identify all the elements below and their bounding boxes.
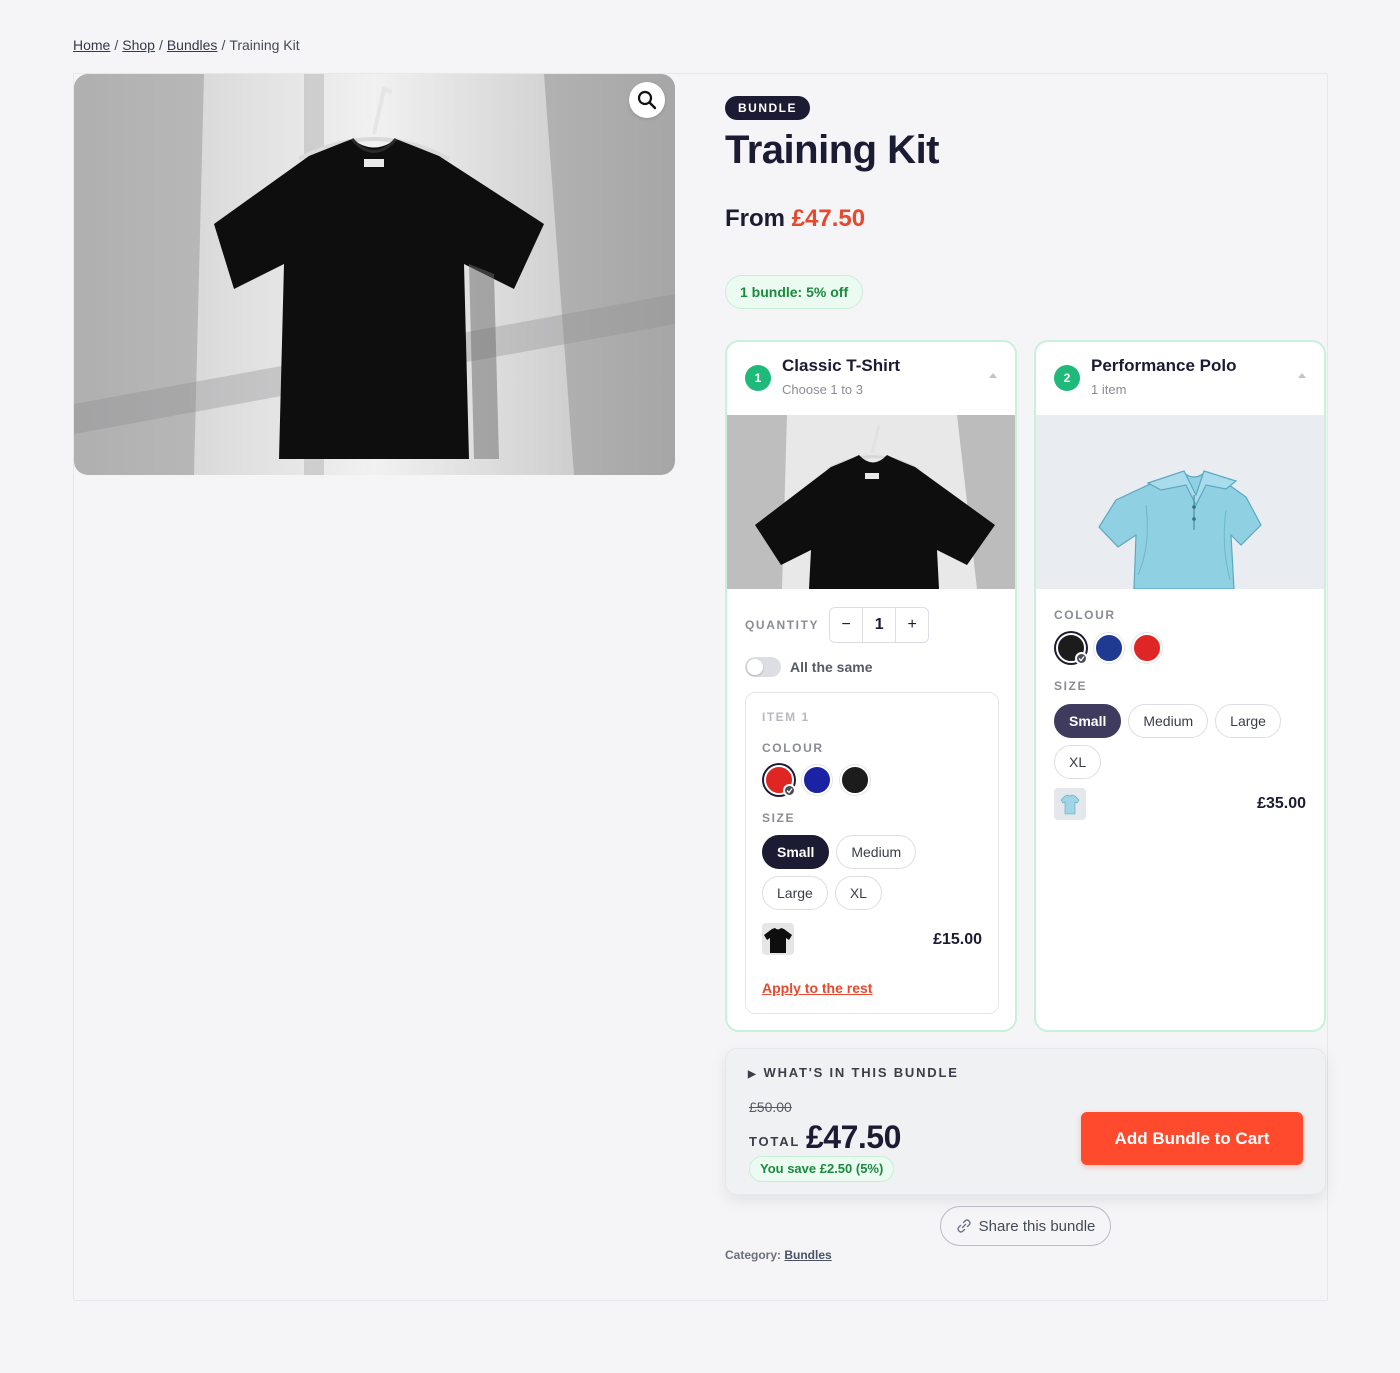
colour-label: COLOUR <box>762 741 824 755</box>
share-bundle-button[interactable]: Share this bundle <box>940 1206 1111 1246</box>
breadcrumb-bundles[interactable]: Bundles <box>167 37 218 53</box>
product-hero-image[interactable] <box>74 74 675 475</box>
swatch-red[interactable] <box>1132 633 1162 663</box>
price-from: From £47.50 <box>725 205 865 233</box>
whats-in-bundle-toggle[interactable]: ▶ WHAT'S IN THIS BUNDLE <box>748 1065 959 1080</box>
swatch-blue[interactable] <box>802 765 832 795</box>
quantity-minus-button[interactable]: − <box>830 608 862 642</box>
category-meta: Category: Bundles <box>725 1248 832 1262</box>
swatch-black[interactable] <box>1056 633 1088 665</box>
bundle-card-tshirt: 1 Classic T-Shirt Choose 1 to 3 QUANTITY… <box>725 340 1017 1032</box>
all-same-toggle[interactable] <box>745 657 781 677</box>
item-price: £15.00 <box>933 931 982 948</box>
quantity-plus-button[interactable]: + <box>896 608 928 642</box>
card-subtitle: 1 item <box>1091 382 1127 397</box>
search-icon <box>637 90 657 110</box>
share-label: Share this bundle <box>978 1217 1096 1235</box>
step-number: 1 <box>745 365 771 391</box>
item-config-box: ITEM 1 COLOUR SIZE Small Medium Large XL… <box>745 692 999 1014</box>
card-header[interactable]: 1 Classic T-Shirt Choose 1 to 3 <box>727 342 1015 415</box>
tshirt-photo <box>74 74 675 475</box>
breadcrumb-separator: / <box>114 37 119 53</box>
card-image <box>727 415 1015 589</box>
size-options: Small Medium Large XL <box>762 835 932 910</box>
item-label: ITEM 1 <box>762 710 810 724</box>
discount-pill: 1 bundle: 5% off <box>725 275 864 309</box>
card-header[interactable]: 2 Performance Polo 1 item <box>1036 342 1324 415</box>
check-icon <box>1075 652 1088 665</box>
breadcrumb: Home / Shop / Bundles / Training Kit <box>73 37 300 53</box>
category-link[interactable]: Bundles <box>784 1248 831 1262</box>
colour-label: COLOUR <box>1054 608 1116 622</box>
savings-badge: You save £2.50 (5%) <box>749 1156 895 1182</box>
quantity-row: QUANTITY − 1 + <box>745 607 930 643</box>
original-price: £50.00 <box>749 1099 792 1115</box>
size-option-small[interactable]: Small <box>762 835 830 869</box>
swatch-blue[interactable] <box>1094 633 1124 663</box>
quantity-stepper: − 1 + <box>829 607 930 643</box>
item-thumbnail <box>1054 788 1086 820</box>
size-option-large[interactable]: Large <box>1215 704 1281 738</box>
quantity-input[interactable]: 1 <box>862 608 897 642</box>
all-same-label: All the same <box>790 659 873 675</box>
card-subtitle: Choose 1 to 3 <box>782 382 863 397</box>
size-option-medium[interactable]: Medium <box>836 835 917 869</box>
breadcrumb-separator: / <box>221 37 226 53</box>
size-option-xl[interactable]: XL <box>1054 745 1102 779</box>
link-icon <box>956 1219 971 1233</box>
colour-swatches <box>764 765 870 797</box>
breadcrumb-current: Training Kit <box>229 37 300 53</box>
page-title: Training Kit <box>725 128 940 172</box>
breadcrumb-separator: / <box>158 37 163 53</box>
price-from-label: From <box>725 205 785 232</box>
category-label: Category: <box>725 1248 782 1262</box>
size-option-medium[interactable]: Medium <box>1128 704 1209 738</box>
colour-swatches <box>1056 633 1162 665</box>
card-title: Classic T-Shirt <box>782 356 901 375</box>
size-label: SIZE <box>762 811 796 825</box>
bundle-card-polo: 2 Performance Polo 1 item COLOUR SIZE Sm… <box>1034 340 1326 1032</box>
apply-to-rest-link[interactable]: Apply to the rest <box>762 980 872 996</box>
zoom-button[interactable] <box>629 82 665 118</box>
size-option-xl[interactable]: XL <box>834 876 882 910</box>
step-number: 2 <box>1054 365 1080 391</box>
item-thumbnail <box>762 923 794 955</box>
bundle-badge: BUNDLE <box>725 96 810 120</box>
whats-in-bundle-label: WHAT'S IN THIS BUNDLE <box>763 1065 959 1080</box>
size-option-large[interactable]: Large <box>762 876 828 910</box>
price-from-amount: £47.50 <box>791 205 866 232</box>
size-option-small[interactable]: Small <box>1054 704 1122 738</box>
all-same-row: All the same <box>745 657 872 677</box>
size-options: Small Medium Large XL <box>1054 704 1294 779</box>
card-title: Performance Polo <box>1091 356 1237 375</box>
swatch-black[interactable] <box>840 765 870 795</box>
caret-right-icon: ▶ <box>748 1069 758 1080</box>
breadcrumb-home[interactable]: Home <box>73 37 110 53</box>
total-label: TOTAL <box>749 1134 801 1149</box>
card-image <box>1036 415 1324 589</box>
item-price: £35.00 <box>1257 795 1306 812</box>
add-bundle-to-cart-button[interactable]: Add Bundle to Cart <box>1081 1112 1303 1165</box>
swatch-red[interactable] <box>764 765 796 797</box>
breadcrumb-shop[interactable]: Shop <box>122 37 155 53</box>
size-label: SIZE <box>1054 679 1088 693</box>
polo-illustration <box>1036 415 1324 589</box>
chevron-up-icon[interactable] <box>989 373 997 378</box>
total-price: £47.50 <box>806 1119 901 1155</box>
quantity-label: QUANTITY <box>745 618 820 632</box>
check-icon <box>783 784 796 797</box>
bundle-summary: ▶ WHAT'S IN THIS BUNDLE £50.00 TOTAL £47.… <box>725 1048 1326 1195</box>
tshirt-photo <box>727 415 1015 589</box>
chevron-up-icon[interactable] <box>1298 373 1306 378</box>
